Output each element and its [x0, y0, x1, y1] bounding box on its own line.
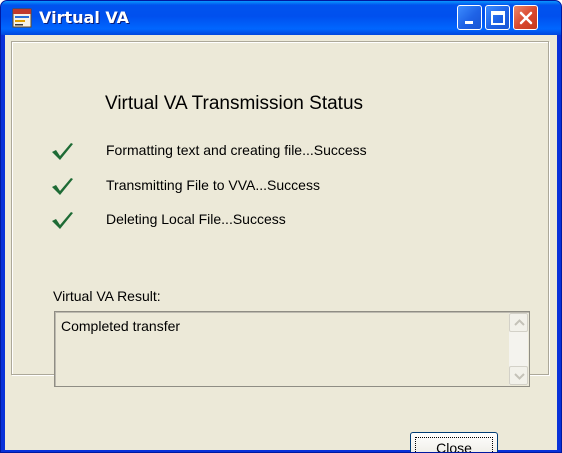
step-label-format: Formatting text and creating file...Succ… [106, 142, 367, 158]
dialog-body: Virtual VA Transmission Status Formattin… [5, 35, 557, 453]
close-button[interactable]: Close [410, 432, 498, 453]
result-value: Completed transfer [61, 318, 181, 334]
close-window-button[interactable] [513, 5, 538, 30]
result-textarea[interactable]: Completed transfer [54, 311, 530, 387]
chevron-up-icon [514, 319, 525, 326]
status-heading: Virtual VA Transmission Status [105, 93, 364, 114]
title-bar[interactable]: Virtual VA [1, 1, 561, 35]
minimize-icon [465, 21, 473, 24]
window-title: Virtual VA [39, 8, 130, 27]
chevron-down-icon [514, 373, 525, 380]
close-icon [519, 11, 533, 25]
maximize-icon [491, 11, 505, 25]
result-label: Virtual VA Result: [53, 288, 161, 304]
scroll-down-button[interactable] [509, 366, 528, 385]
dialog-window: Virtual VA Virtual VA Transmission Statu… [0, 0, 562, 453]
maximize-button[interactable] [485, 5, 510, 30]
minimize-button[interactable] [457, 5, 482, 30]
close-button-label: Close [411, 440, 497, 453]
close-button-label-rest: lose [446, 440, 472, 453]
checkmark-icon [52, 212, 73, 229]
step-label-delete: Deleting Local File...Success [106, 211, 286, 227]
checkmark-icon [52, 143, 73, 160]
checkmark-icon [52, 178, 73, 195]
result-scrollbar[interactable] [509, 313, 528, 385]
step-label-transmit: Transmitting File to VVA...Success [106, 177, 320, 193]
app-icon [12, 8, 32, 28]
close-button-mnemonic: C [436, 440, 447, 453]
scroll-up-button[interactable] [509, 313, 528, 332]
